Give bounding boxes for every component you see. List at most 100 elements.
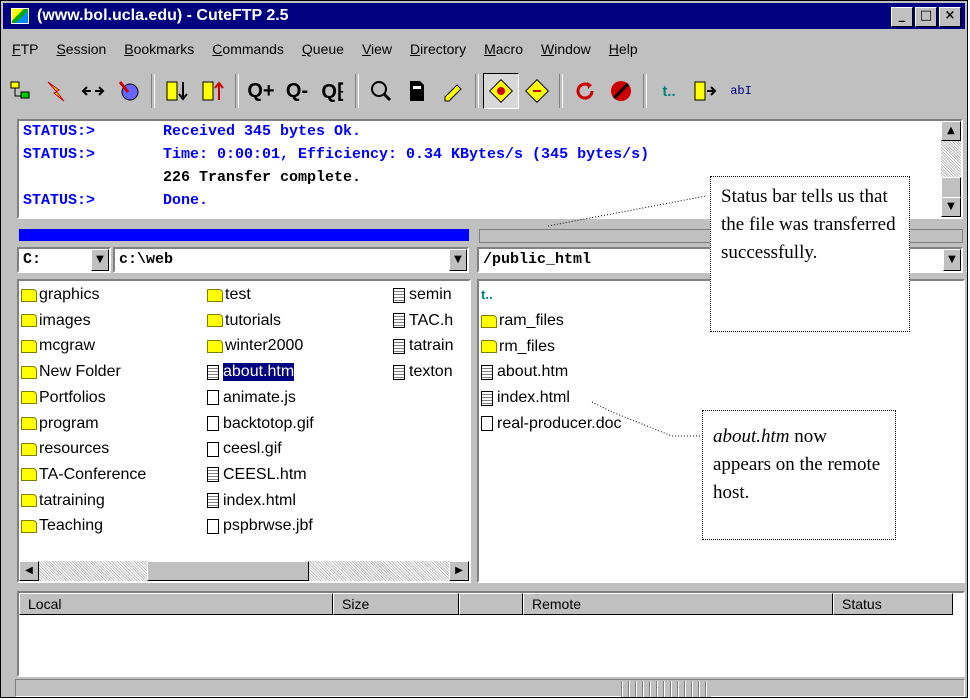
local-path-value: c:\web (119, 251, 174, 268)
queue-col-local[interactable]: Local (19, 593, 333, 615)
file-icon (207, 467, 219, 483)
log-value: 226 Transfer complete. (163, 169, 362, 186)
log-line: STATUS:> Done. (23, 192, 208, 214)
folder-item[interactable]: mcgraw (21, 334, 95, 358)
menu-queue[interactable]: Queue (293, 41, 353, 63)
scroll-thumb[interactable] (147, 561, 309, 581)
local-hscrollbar[interactable]: ◀ ▶ (19, 561, 469, 581)
menu-commands[interactable]: Commands (203, 41, 293, 63)
drive-select[interactable]: C: ▼ (17, 247, 111, 273)
log-key: STATUS:> (23, 123, 96, 140)
file-item[interactable]: index.html (207, 489, 296, 513)
stop-icon (611, 81, 631, 101)
menu-bookmarks[interactable]: Bookmarks (115, 41, 203, 63)
folder-icon (21, 417, 37, 430)
about-callout-filename: about.htm (713, 426, 790, 447)
folder-item[interactable]: tutorials (207, 309, 281, 333)
folder-item[interactable]: winter2000 (207, 334, 303, 358)
file-item[interactable]: pspbrwse.jbf (207, 514, 313, 538)
file-name: semin (409, 286, 452, 303)
disconnect-button[interactable] (111, 73, 147, 109)
minimize-button[interactable]: _ (891, 7, 913, 27)
file-icon (393, 338, 405, 354)
refresh-button[interactable] (567, 73, 603, 109)
chevron-down-icon[interactable]: ▼ (449, 249, 467, 271)
menu-view[interactable]: View (353, 41, 401, 63)
local-path-select[interactable]: c:\web ▼ (113, 247, 469, 273)
file-item[interactable]: ceesl.gif (207, 437, 282, 461)
queue-col-status[interactable]: Status (833, 593, 953, 615)
scroll-left-icon[interactable]: ◀ (19, 561, 39, 581)
file-item[interactable]: animate.js (207, 386, 296, 410)
menu-window[interactable]: Window (532, 41, 600, 63)
log-scrollbar[interactable]: ▲ ▼ (941, 121, 961, 217)
file-item[interactable]: about.htm (207, 360, 295, 384)
file-name: animate.js (223, 388, 296, 406)
menu-ftp[interactable]: FTP (3, 41, 47, 63)
maximize-button[interactable]: □ (915, 7, 937, 27)
file-item[interactable]: texton (393, 360, 453, 384)
folder-item[interactable]: images (21, 309, 91, 333)
download-button[interactable] (159, 73, 195, 109)
parent-dir-button[interactable]: t.. (651, 73, 687, 109)
log-line: STATUS:> Time: 0:00:01, Efficiency: 0.34 … (23, 146, 649, 168)
view-button[interactable] (399, 73, 435, 109)
folder-item[interactable]: graphics (21, 283, 99, 307)
folder-item[interactable]: TA-Conference (21, 463, 146, 487)
folder-item[interactable]: New Folder (21, 360, 121, 384)
folder-item[interactable]: Portfolios (21, 386, 106, 410)
file-item[interactable]: TAC.h (393, 309, 453, 333)
scroll-thumb[interactable] (941, 177, 961, 199)
folder-item[interactable]: rm_files (481, 335, 555, 359)
file-item[interactable]: about.htm (481, 360, 568, 384)
rename-button[interactable]: abI (723, 73, 759, 109)
quick-connect-button[interactable] (39, 73, 75, 109)
folder-icon (481, 340, 497, 354)
edit-button[interactable] (435, 73, 471, 109)
file-item[interactable]: CEESL.htm (207, 463, 307, 487)
folder-item[interactable]: test (207, 283, 251, 307)
chevron-down-icon[interactable]: ▼ (91, 249, 109, 271)
scroll-down-icon[interactable]: ▼ (941, 197, 961, 217)
queue-col-remote[interactable]: Remote (523, 593, 833, 615)
menu-macro[interactable]: Macro (475, 41, 532, 63)
status-callout: Status bar tells us that the file was tr… (710, 176, 910, 332)
scroll-right-icon[interactable]: ▶ (449, 561, 469, 581)
app-icon[interactable] (11, 8, 29, 24)
folder-item[interactable]: ram_files (481, 309, 564, 333)
folder-item[interactable]: Teaching (21, 514, 103, 538)
queue-add-button[interactable]: Q+ (243, 73, 279, 109)
folder-item[interactable]: program (21, 412, 99, 436)
sort-remote-button[interactable] (519, 73, 555, 109)
scroll-up-icon[interactable]: ▲ (941, 121, 961, 141)
folder-item[interactable]: resources (21, 437, 109, 461)
folder-item[interactable]: tatraining (21, 489, 105, 513)
splitter-grip[interactable] (621, 681, 711, 697)
menu-help[interactable]: Help (600, 41, 647, 63)
upload-button[interactable] (195, 73, 231, 109)
menu-session[interactable]: Session (47, 41, 115, 63)
file-icon (207, 390, 219, 406)
reconnect-button[interactable] (75, 73, 111, 109)
queue-run-button[interactable]: Q⁅ (315, 73, 351, 109)
file-item[interactable]: real-producer.doc (481, 412, 622, 436)
file-item[interactable]: semin (393, 283, 452, 307)
file-name: tutorials (225, 311, 282, 329)
queue-remove-button[interactable]: Q- (279, 73, 315, 109)
close-button[interactable]: × (939, 7, 961, 27)
chevron-down-icon[interactable]: ▼ (943, 249, 961, 271)
file-item[interactable]: index.html (481, 386, 570, 410)
sort-local-button[interactable] (483, 73, 519, 109)
site-manager-button[interactable] (3, 73, 39, 109)
queue-col-size[interactable]: Size (333, 593, 459, 615)
stop-button[interactable] (603, 73, 639, 109)
change-dir-button[interactable] (687, 73, 723, 109)
file-item[interactable]: backtotop.gif (207, 412, 314, 436)
disconnect-icon (118, 81, 139, 101)
find-button[interactable] (363, 73, 399, 109)
parent-dir-item[interactable]: t.. (481, 283, 497, 307)
file-item[interactable]: tatrain (393, 334, 453, 358)
download-icon (166, 81, 188, 101)
queue-col-blank[interactable] (459, 593, 523, 615)
menu-directory[interactable]: Directory (401, 41, 475, 63)
